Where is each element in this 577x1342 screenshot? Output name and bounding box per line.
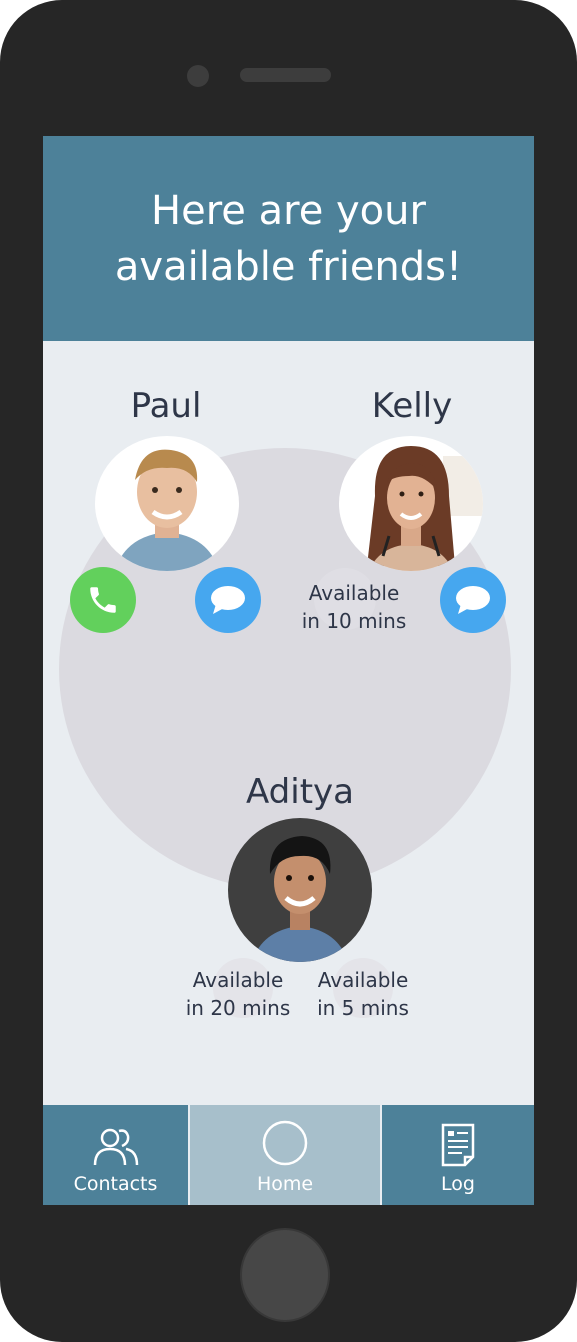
call-paul-button[interactable] xyxy=(70,567,136,633)
tab-contacts[interactable]: Contacts xyxy=(43,1105,188,1205)
friend-name-kelly: Kelly xyxy=(371,386,453,426)
avatar-kelly[interactable] xyxy=(339,436,483,571)
tab-log[interactable]: Log xyxy=(382,1105,534,1205)
avatar-paul[interactable] xyxy=(95,436,239,571)
status-kelly: Available in 10 mins xyxy=(301,581,407,633)
friend-name-paul: Paul xyxy=(130,386,202,426)
chat-bubble-icon xyxy=(456,586,490,614)
avatar-aditya[interactable] xyxy=(228,818,372,962)
page-title: Here are your available friends! xyxy=(114,187,463,290)
message-paul-button[interactable] xyxy=(195,567,261,633)
front-camera xyxy=(187,65,209,87)
tab-home[interactable]: Home xyxy=(190,1105,380,1205)
phone-frame: Here are your available friends! Paul Ke… xyxy=(0,0,577,1342)
hardware-home-button[interactable] xyxy=(240,1228,330,1322)
phone-icon xyxy=(90,587,116,613)
earpiece-speaker xyxy=(240,68,331,82)
log-document-icon xyxy=(441,1123,475,1167)
tab-contacts-label: Contacts xyxy=(73,1173,158,1195)
chat-bubble-icon xyxy=(211,586,245,614)
header: Here are your available friends! xyxy=(43,136,534,341)
tab-home-label: Home xyxy=(256,1173,314,1195)
status-pending-2: Available in 5 mins xyxy=(317,968,409,1020)
tab-log-label: Log xyxy=(441,1173,475,1195)
status-pending-1: Available in 20 mins xyxy=(185,968,291,1020)
friend-name-aditya: Aditya xyxy=(246,772,354,812)
app-screen: Here are your available friends! Paul Ke… xyxy=(43,136,534,1205)
message-kelly-button[interactable] xyxy=(440,567,506,633)
contacts-icon xyxy=(93,1128,138,1166)
tab-bar: Contacts Home Log xyxy=(43,1105,534,1205)
home-circle-icon xyxy=(262,1120,308,1166)
